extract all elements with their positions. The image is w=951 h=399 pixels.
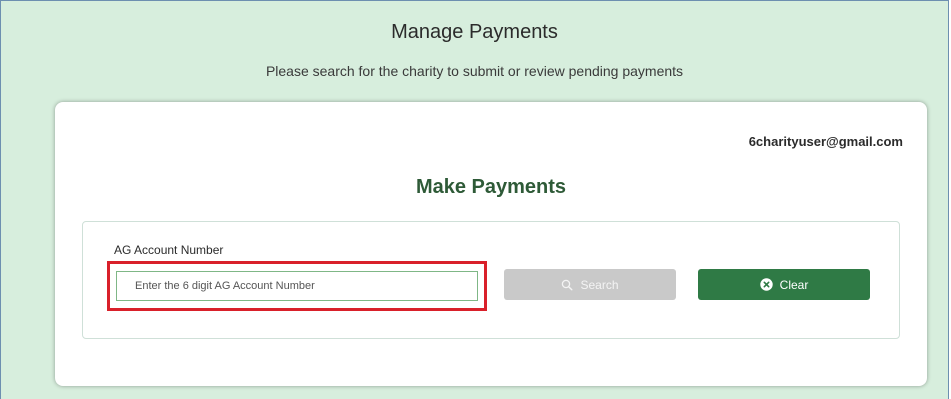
page-subtitle: Please search for the charity to submit … <box>265 63 684 79</box>
make-payments-card: 6charityuser@gmail.com Make Payments AG … <box>55 102 927 386</box>
card-title: Make Payments <box>415 176 567 198</box>
user-email: 6charityuser@gmail.com <box>748 134 903 149</box>
clear-button-label: Clear <box>779 277 809 292</box>
search-panel: AG Account Number Search <box>82 221 900 339</box>
account-number-label: AG Account Number <box>114 243 224 257</box>
search-icon <box>561 279 573 291</box>
page-title: Manage Payments <box>391 21 558 43</box>
search-button[interactable]: Search <box>504 269 676 300</box>
input-highlight-box <box>107 261 487 311</box>
account-number-input[interactable] <box>116 271 478 301</box>
page-frame: Manage Payments Please search for the ch… <box>0 0 949 399</box>
clear-button[interactable]: Clear <box>698 269 870 300</box>
search-button-label: Search <box>580 277 619 292</box>
close-circle-icon <box>759 278 773 291</box>
